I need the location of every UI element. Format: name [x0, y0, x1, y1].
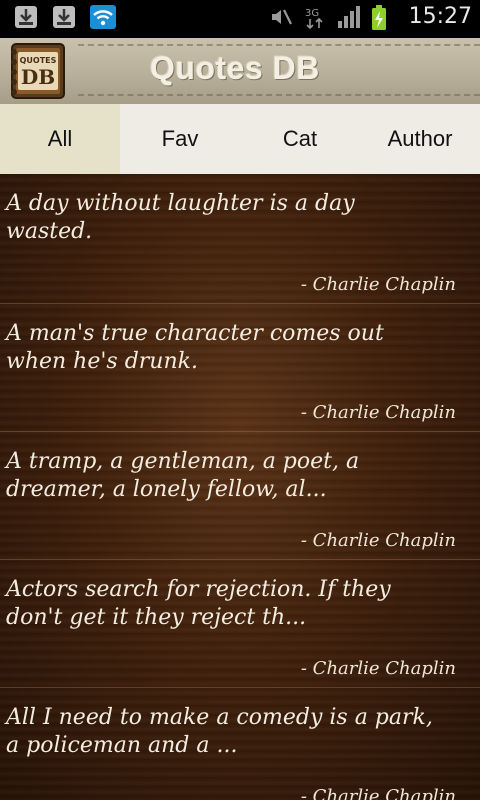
tab-bar: All Fav Cat Author [0, 104, 480, 174]
status-clock: 15:27 [408, 4, 472, 29]
network-label: 3G [305, 8, 319, 19]
tab-all[interactable]: All [0, 104, 120, 174]
quote-text: Actors search for rejection. If they don… [6, 577, 391, 630]
tab-cat[interactable]: Cat [240, 104, 360, 174]
quote-author: - Charlie Chaplin [300, 530, 456, 551]
quote-text: All I need to make a comedy is a park, a… [6, 705, 433, 758]
wifi-icon [90, 5, 116, 29]
tab-fav[interactable]: Fav [120, 104, 240, 174]
quote-text: A man's true character comes out when he… [6, 321, 384, 374]
mute-icon [269, 5, 293, 29]
app-title: Quotes DB [150, 50, 320, 86]
quote-author: - Charlie Chaplin [300, 786, 456, 800]
signal-icon [337, 5, 361, 29]
app-screen: 3G 15:27 QUOTES DB Quotes DB All Fav Cat… [0, 0, 480, 800]
quote-list[interactable]: A day without laughter is a day wasted. … [0, 174, 480, 800]
app-header: QUOTES DB Quotes DB [0, 38, 480, 104]
header-stitch-bottom [78, 94, 480, 96]
logo-text-main: DB [21, 65, 55, 89]
quote-author: - Charlie Chaplin [300, 274, 456, 295]
download-icon [52, 5, 76, 29]
app-logo: QUOTES DB [6, 42, 68, 100]
status-bar: 3G 15:27 [0, 0, 480, 38]
download-icon [14, 5, 38, 29]
list-item[interactable]: All I need to make a comedy is a park, a… [0, 688, 480, 800]
list-item[interactable]: A man's true character comes out when he… [0, 304, 480, 432]
header-stitch-top [78, 44, 480, 46]
quote-author: - Charlie Chaplin [300, 658, 456, 679]
list-item[interactable]: A day without laughter is a day wasted. … [0, 174, 480, 304]
logo-text-top: QUOTES [20, 56, 57, 65]
quote-text: A tramp, a gentleman, a poet, a dreamer,… [6, 449, 360, 502]
quote-text: A day without laughter is a day wasted. [6, 191, 355, 244]
list-item[interactable]: Actors search for rejection. If they don… [0, 560, 480, 688]
quote-author: - Charlie Chaplin [300, 402, 456, 423]
list-item[interactable]: A tramp, a gentleman, a poet, a dreamer,… [0, 432, 480, 560]
battery-charging-icon [371, 4, 395, 30]
tab-author[interactable]: Author [360, 104, 480, 174]
3g-icon: 3G [303, 5, 327, 29]
